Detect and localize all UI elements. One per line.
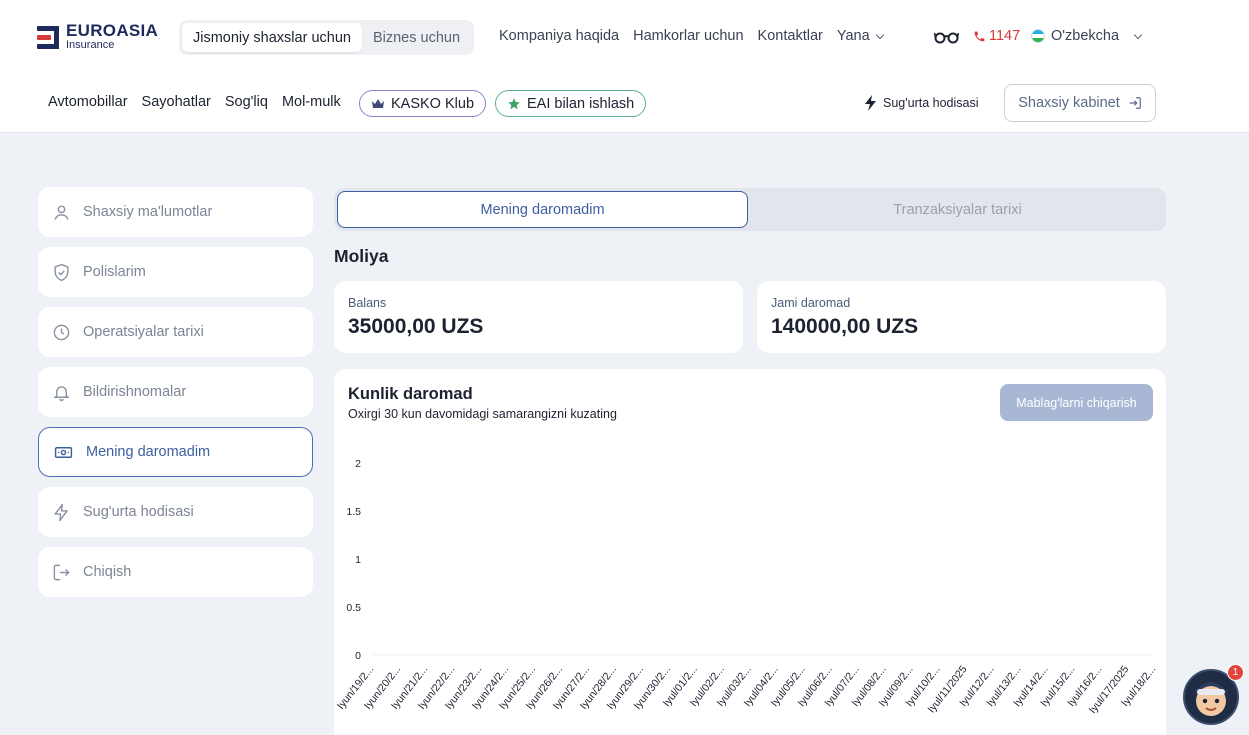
nav-property[interactable]: Mol-mulk [282,94,341,110]
y-tick-label: 0 [355,650,361,662]
nav-more-label: Yana [836,28,870,44]
sidebar-item-my-income[interactable]: Mening daromadim [38,427,313,477]
shield-icon [54,263,69,281]
y-tick-label: 0.5 [346,602,361,614]
clock-icon [53,324,70,340]
total-income-card: Jami daromad 140000,00 UZS [757,281,1166,353]
insurance-claim-link[interactable]: Sug'urta hodisasi [864,95,979,111]
sidebar-item-label: Mening daromadim [86,444,211,460]
nav-health[interactable]: Sog'liq [225,94,268,110]
nav-about[interactable]: Kompaniya haqida [499,28,619,44]
y-tick-label: 2 [355,458,361,470]
daily-income-chart: 21.510.50Iyun/19/2...Iyun/20/2...Iyun/21… [335,458,1158,716]
eai-work-button[interactable]: EAI bilan ishlash [495,90,647,117]
sidebar-item-operations-history[interactable]: Operatsiyalar tarixi [38,307,313,357]
personal-toggle[interactable]: Jismoniy shaxslar uchun [182,23,362,52]
balance-value: 35000,00 UZS [348,315,484,338]
sidebar-item-label: Operatsiyalar tarixi [83,324,204,340]
sidebar-item-personal-info[interactable]: Shaxsiy ma'lumotlar [38,187,313,237]
hotline-link[interactable]: 1147 [973,28,1020,44]
notification-badge: 1 [1227,664,1244,681]
product-nav: Avtomobillar Sayohatlar Sog'liq Mol-mulk [48,94,341,110]
hotline-number: 1147 [989,28,1021,44]
balance-card: Balans 35000,00 UZS [334,281,743,353]
daily-income-card: Kunlik daromad Oxirgi 30 kun davomidagi … [334,369,1166,735]
tab-my-income[interactable]: Mening daromadim [337,191,748,228]
crown-icon [372,99,384,108]
balance-label: Balans [348,296,387,310]
sidebar-item-logout[interactable]: Chiqish [38,547,313,597]
nav-partners[interactable]: Hamkorlar uchun [633,28,743,44]
language-select[interactable]: O'zbekcha [1031,28,1143,44]
language-label: O'zbekcha [1051,28,1120,44]
sidebar-item-label: Bildirishnomalar [83,384,187,400]
sidebar-item-insurance-claim[interactable]: Sug'urta hodisasi [38,487,313,537]
audience-switch: Jismoniy shaxslar uchun Biznes uchun [179,20,475,55]
brand-name: EUROASIA [66,21,159,40]
daily-income-subtitle: Oxirgi 30 kun davomidagi samarangizni ku… [348,407,617,421]
bell-icon [53,385,70,401]
business-toggle[interactable]: Biznes uchun [362,23,471,52]
sidebar-item-label: Shaxsiy ma'lumotlar [83,204,213,220]
nav-cars[interactable]: Avtomobillar [48,94,128,110]
tab-transactions[interactable]: Tranzaksiyalar tarixi [752,191,1163,228]
money-icon [54,446,73,458]
site-header: EUROASIA Insurance Jismoniy shaxslar uch… [0,0,1249,133]
kasko-club-button[interactable]: KASKO Klub [359,90,487,117]
chevron-down-icon [875,30,884,39]
sidebar-item-policies[interactable]: Polislarim [38,247,313,297]
nav-contacts[interactable]: Kontaktlar [758,28,823,44]
sidebar-item-label: Sug'urta hodisasi [83,504,194,520]
withdraw-funds-button[interactable]: Mablag'larni chiqarish [1000,384,1153,421]
account-sidebar: Shaxsiy ma'lumotlar Polislarim Operatsiy… [38,187,313,607]
cabinet-label: Shaxsiy kabinet [1018,95,1120,111]
y-tick-label: 1.5 [346,506,361,518]
brand-sub: Insurance [66,39,115,51]
eai-label: EAI bilan ishlash [527,95,635,112]
kasko-label: KASKO Klub [391,95,475,112]
income-tabs: Mening daromadim Tranzaksiyalar tarixi [334,188,1166,231]
personal-cabinet-button[interactable]: Shaxsiy kabinet [1004,84,1156,122]
chevron-down-icon [1133,30,1143,39]
lightning-icon [865,95,876,111]
nav-travel[interactable]: Sayohatlar [142,94,211,110]
claim-label: Sug'urta hodisasi [883,96,979,110]
sidebar-item-label: Polislarim [83,264,146,280]
star-icon [508,97,520,109]
uz-flag-icon [1031,29,1045,43]
sidebar-item-label: Chiqish [83,564,132,580]
top-nav: Kompaniya haqida Hamkorlar uchun Kontakt… [499,28,884,44]
lightning-icon [54,503,68,521]
daily-income-title: Kunlik daromad [348,385,473,403]
glasses-icon[interactable] [934,30,959,44]
sidebar-item-notifications[interactable]: Bildirishnomalar [38,367,313,417]
phone-icon [974,31,985,41]
user-icon [54,204,69,220]
brand-logo[interactable]: EUROASIA Insurance [37,22,158,51]
logout-icon [53,564,70,580]
nav-more[interactable]: Yana [836,28,884,44]
y-tick-label: 1 [355,554,361,566]
login-icon [1129,97,1141,109]
total-income-value: 140000,00 UZS [771,315,919,338]
finance-heading: Moliya [334,246,389,266]
total-income-label: Jami daromad [771,296,851,310]
euroasia-logo-icon [37,24,61,50]
